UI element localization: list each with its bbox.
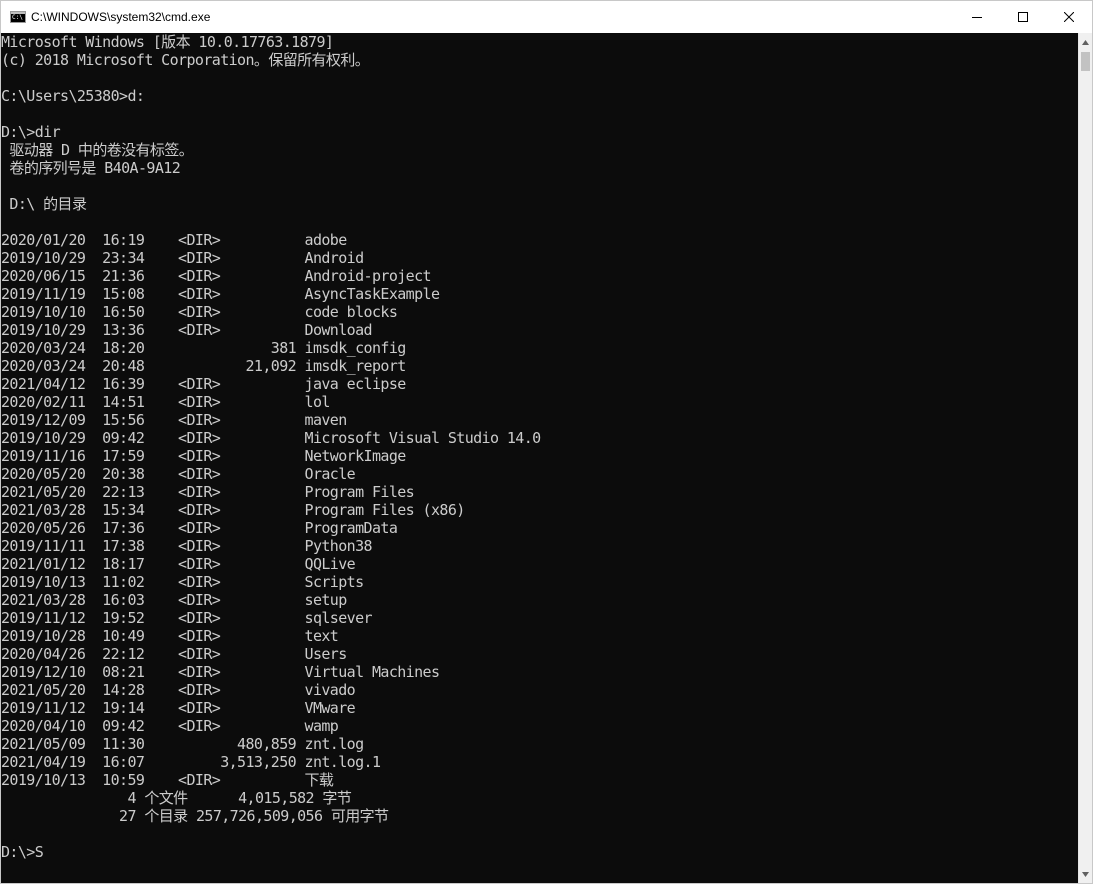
window-controls xyxy=(954,1,1092,33)
console-line: 2020/04/10 09:42 <DIR> wamp xyxy=(1,717,339,735)
console-line: 2019/10/13 11:02 <DIR> Scripts xyxy=(1,573,364,591)
close-button[interactable] xyxy=(1046,1,1092,33)
console-line: 2020/01/20 16:19 <DIR> adobe xyxy=(1,231,347,249)
minimize-icon xyxy=(972,17,982,18)
scroll-thumb[interactable] xyxy=(1081,52,1090,71)
console-output[interactable]: Microsoft Windows [版本 10.0.17763.1879] (c… xyxy=(1,33,1079,883)
console-line: 2021/04/12 16:39 <DIR> java eclipse xyxy=(1,375,406,393)
console-text: Microsoft Windows [版本 10.0.17763.1879] (c… xyxy=(1,33,1079,861)
console-line: 2019/10/29 23:34 <DIR> Android xyxy=(1,249,364,267)
console-line: 2021/03/28 15:34 <DIR> Program Files (x8… xyxy=(1,501,465,519)
console-line: 2019/11/16 17:59 <DIR> NetworkImage xyxy=(1,447,406,465)
console-line: 2021/04/19 16:07 3,513,250 znt.log.1 xyxy=(1,753,381,771)
maximize-icon xyxy=(1018,12,1028,22)
console-line: 2019/10/29 13:36 <DIR> Download xyxy=(1,321,373,339)
console-line: D:\>dir xyxy=(1,123,61,141)
console-prompt: D:\>S xyxy=(1,843,44,861)
console-line: 2020/04/26 22:12 <DIR> Users xyxy=(1,645,347,663)
console-line: 2019/12/10 08:21 <DIR> Virtual Machines xyxy=(1,663,440,681)
console-line: (c) 2018 Microsoft Corporation。保留所有权利。 xyxy=(1,51,370,69)
console-line: 2021/01/12 18:17 <DIR> QQLive xyxy=(1,555,356,573)
console-prompt-line[interactable]: D:\>S xyxy=(1,843,1079,861)
console-line: 2021/05/20 14:28 <DIR> vivado xyxy=(1,681,356,699)
console-line: D:\ 的目录 xyxy=(1,195,87,213)
cmd-app-icon[interactable] xyxy=(10,11,26,23)
console-line: 2020/03/24 18:20 381 imsdk_config xyxy=(1,339,406,357)
console-line: 2020/03/24 20:48 21,092 imsdk_report xyxy=(1,357,406,375)
console-line: 2021/03/28 16:03 <DIR> setup xyxy=(1,591,347,609)
scroll-down-arrow-icon xyxy=(1082,871,1089,877)
console-line: C:\Users\25380>d: xyxy=(1,87,145,105)
console-line: 2020/02/11 14:51 <DIR> lol xyxy=(1,393,330,411)
console-line: 2020/05/20 20:38 <DIR> Oracle xyxy=(1,465,356,483)
console-line: 卷的序列号是 B40A-9A12 xyxy=(1,159,181,177)
vertical-scrollbar[interactable] xyxy=(1078,33,1092,883)
console-line: 2019/11/12 19:14 <DIR> VMware xyxy=(1,699,356,717)
console-line: 2019/10/10 16:50 <DIR> code blocks xyxy=(1,303,398,321)
console-line: 驱动器 D 中的卷没有标签。 xyxy=(1,141,194,159)
scroll-down-button[interactable] xyxy=(1079,866,1092,882)
console-line: 2019/11/12 19:52 <DIR> sqlsever xyxy=(1,609,373,627)
console-line: 2020/05/26 17:36 <DIR> ProgramData xyxy=(1,519,398,537)
console-line: 2019/11/11 17:38 <DIR> Python38 xyxy=(1,537,373,555)
minimize-button[interactable] xyxy=(954,1,1000,33)
console-line: 4 个文件 4,015,582 字节 xyxy=(1,789,352,807)
console-line: 2019/10/28 10:49 <DIR> text xyxy=(1,627,339,645)
console-line: 2019/10/29 09:42 <DIR> Microsoft Visual … xyxy=(1,429,541,447)
window-title: C:\WINDOWS\system32\cmd.exe xyxy=(31,10,211,24)
console-line: 2019/12/09 15:56 <DIR> maven xyxy=(1,411,347,429)
console-line: 2019/11/19 15:08 <DIR> AsyncTaskExample xyxy=(1,285,440,303)
title-bar[interactable]: C:\WINDOWS\system32\cmd.exe xyxy=(1,1,1092,33)
console-line: 2021/05/09 11:30 480,859 znt.log xyxy=(1,735,364,753)
close-icon xyxy=(1064,12,1074,22)
console-line: 2021/05/20 22:13 <DIR> Program Files xyxy=(1,483,415,501)
console-line: 2019/10/13 10:59 <DIR> 下载 xyxy=(1,771,334,789)
maximize-button[interactable] xyxy=(1000,1,1046,33)
scroll-up-button[interactable] xyxy=(1079,34,1092,50)
console-line: Microsoft Windows [版本 10.0.17763.1879] xyxy=(1,33,334,51)
scroll-up-arrow-icon xyxy=(1082,39,1089,45)
console-line: 27 个目录 257,726,509,056 可用字节 xyxy=(1,807,389,825)
console-line: 2020/06/15 21:36 <DIR> Android-project xyxy=(1,267,432,285)
cmd-window: C:\WINDOWS\system32\cmd.exe Microsoft xyxy=(0,0,1093,884)
